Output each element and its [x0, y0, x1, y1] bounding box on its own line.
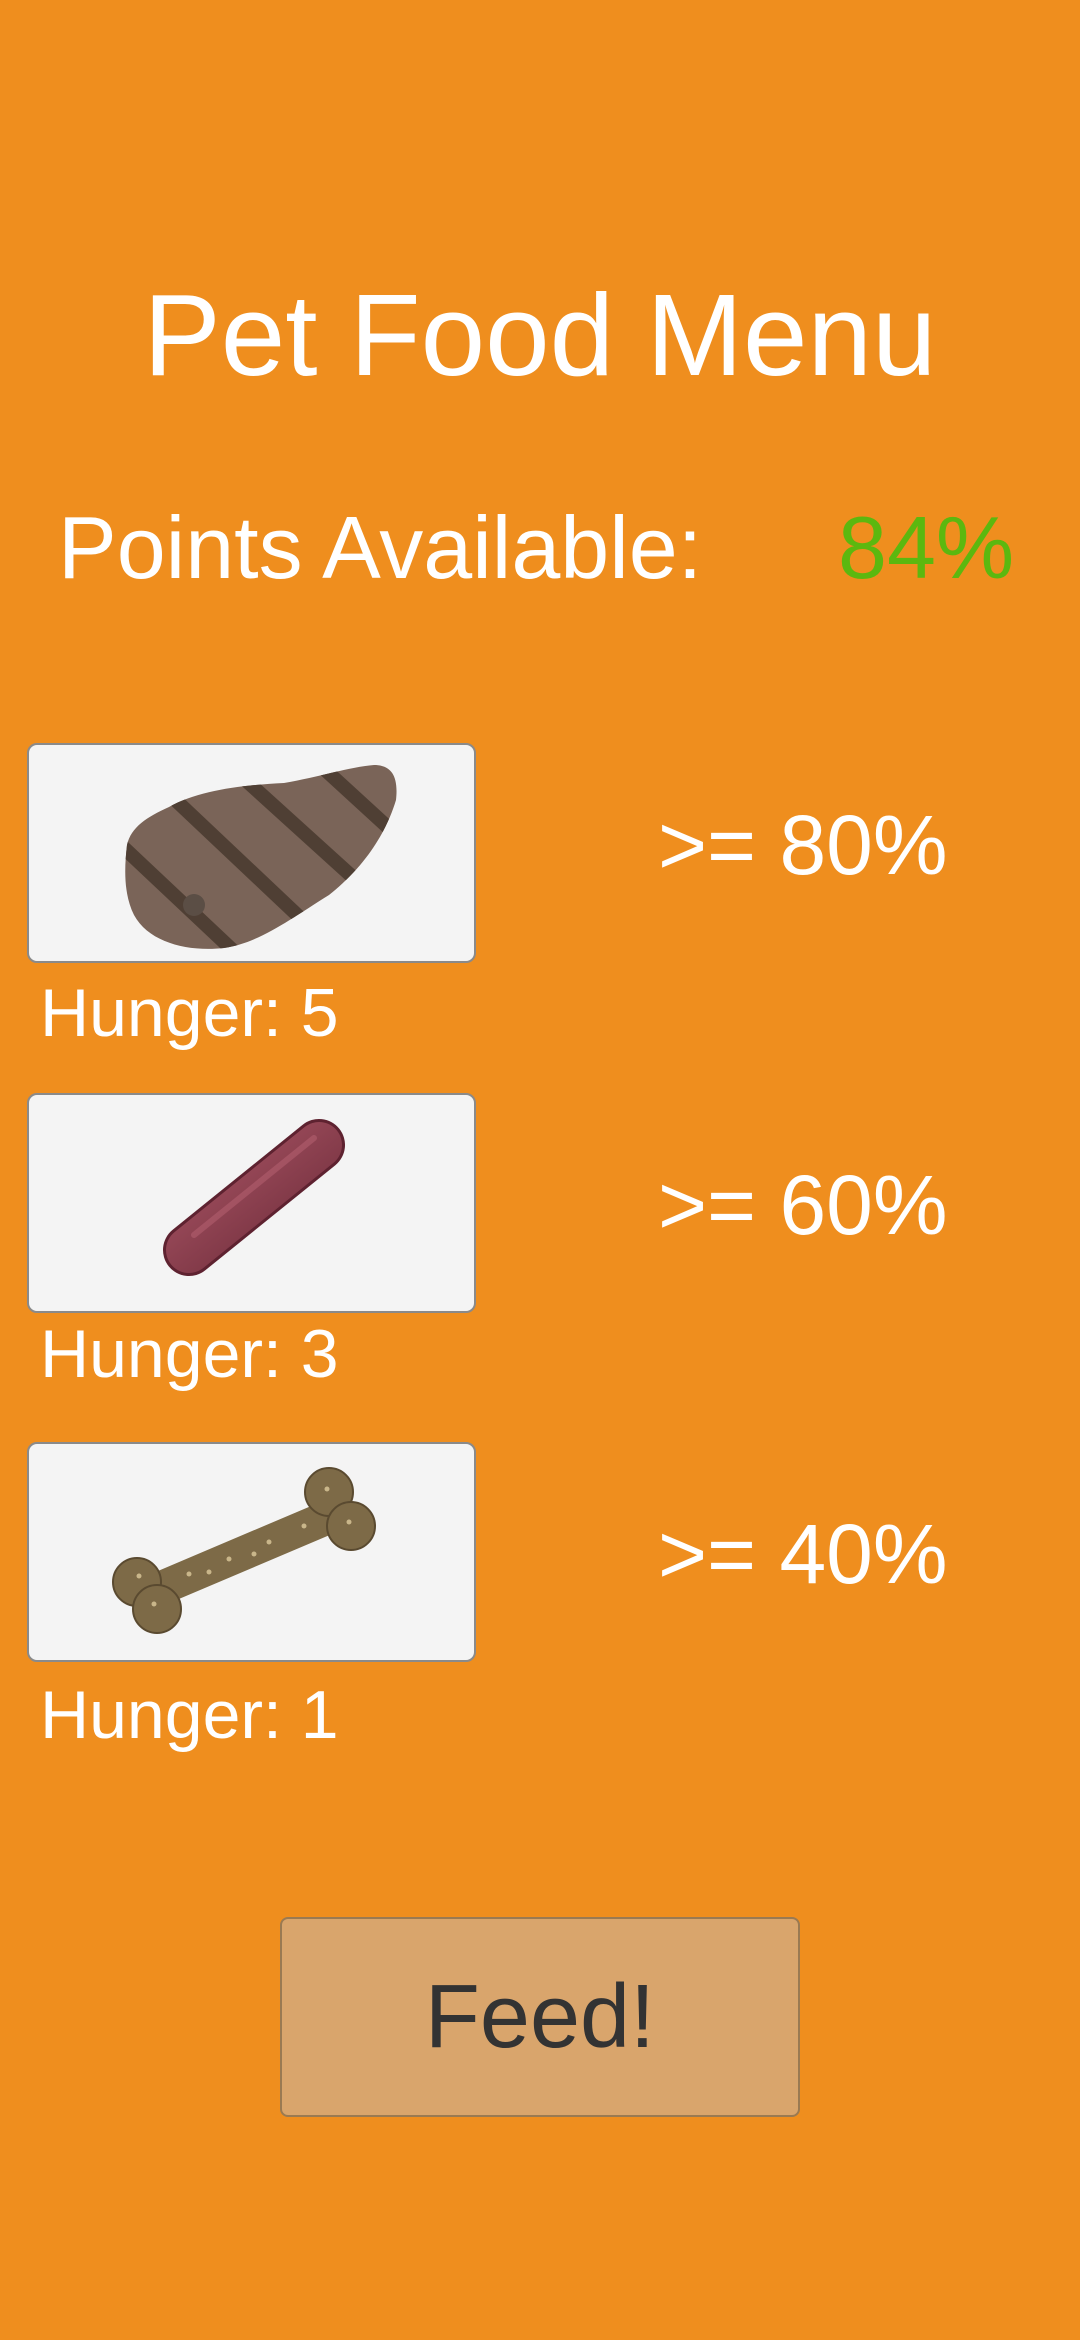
food-hunger-bone: Hunger: 1	[40, 1677, 339, 1753]
food-threshold-sausage: >= 60%	[658, 1158, 948, 1252]
sausage-icon	[163, 1119, 345, 1276]
points-available-label: Points Available:	[58, 498, 703, 597]
food-hunger-sausage: Hunger: 3	[40, 1316, 339, 1392]
food-hunger-steak: Hunger: 5	[40, 975, 339, 1051]
food-option-sausage[interactable]	[27, 1093, 476, 1313]
feed-button[interactable]: Feed!	[280, 1917, 800, 2117]
food-option-steak[interactable]	[27, 743, 476, 963]
points-available-value: 84%	[838, 498, 1015, 597]
food-threshold-steak: >= 80%	[658, 798, 948, 892]
food-option-bone[interactable]	[27, 1442, 476, 1662]
page-title: Pet Food Menu	[143, 270, 937, 400]
food-threshold-bone: >= 40%	[658, 1507, 948, 1601]
steak-icon	[125, 765, 397, 949]
bone-icon	[112, 1467, 376, 1634]
